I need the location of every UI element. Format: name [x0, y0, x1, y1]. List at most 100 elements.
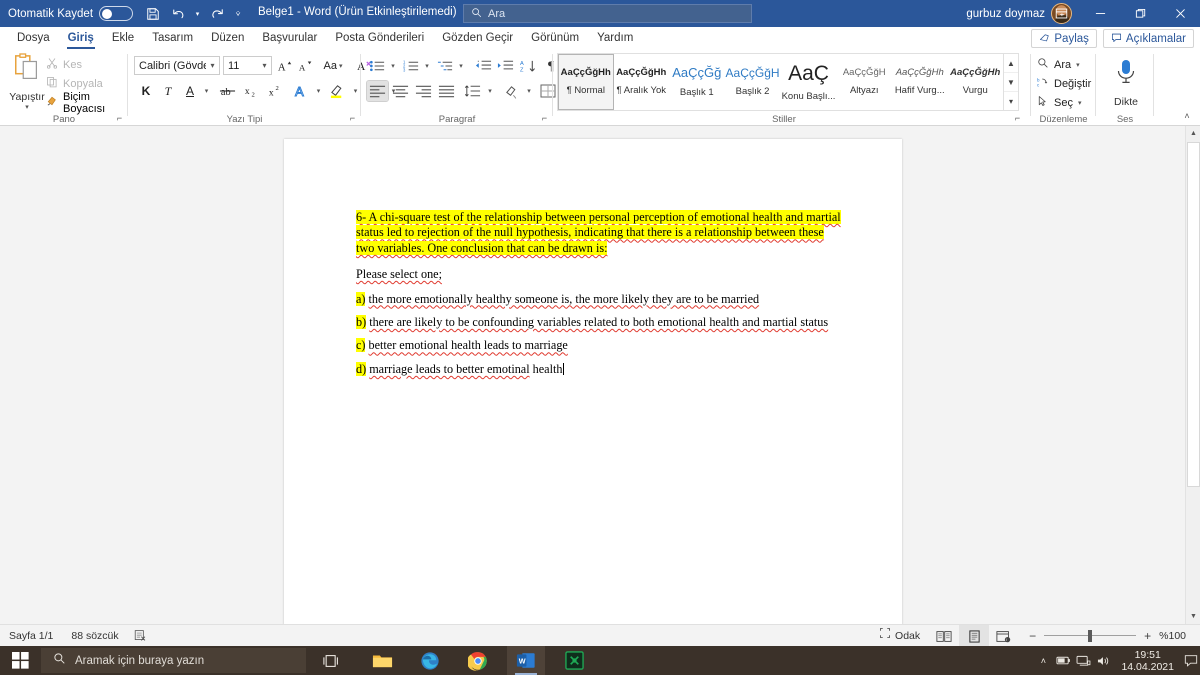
web-layout-icon[interactable]: i — [989, 625, 1019, 647]
numbering-dropdown-icon[interactable]: ▾ — [421, 56, 433, 76]
more-styles-icon[interactable]: ▾ — [1004, 92, 1018, 110]
sort-icon[interactable]: AZ — [518, 56, 539, 76]
scroll-down-icon[interactable]: ▼ — [1186, 609, 1200, 624]
tab-dosya[interactable]: Dosya — [8, 27, 59, 50]
style-item-aralik-yok[interactable]: AaÇçĞğHh ¶ Aralık Yok — [614, 54, 670, 110]
restore-icon[interactable] — [1120, 0, 1160, 27]
shading-icon[interactable] — [501, 81, 522, 101]
tab-gozden-gecir[interactable]: Gözden Geçir — [433, 27, 522, 50]
zoom-in-button[interactable]: + — [1142, 629, 1153, 643]
style-item-hafif-vurgu[interactable]: AaÇçĞğHh Hafif Vurg... — [892, 54, 948, 110]
vertical-scrollbar[interactable]: ▲ ▼ — [1185, 126, 1200, 624]
redo-icon[interactable] — [206, 3, 228, 25]
align-right-icon[interactable] — [413, 81, 434, 101]
tab-duzen[interactable]: Düzen — [202, 27, 253, 50]
share-button[interactable]: Paylaş — [1031, 29, 1097, 48]
replace-button[interactable]: bc Değiştir — [1035, 74, 1091, 93]
style-item-altyazi[interactable]: AaÇçĞğH Altyazı — [836, 54, 892, 110]
font-dialog-launcher[interactable]: ⌐ — [347, 113, 358, 124]
document-canvas[interactable]: 6- A chi-square test of the relationship… — [0, 126, 1185, 624]
scroll-down-icon[interactable]: ▼ — [1004, 73, 1018, 92]
select-button[interactable]: Seç ▾ — [1035, 93, 1091, 112]
option-c[interactable]: c) better emotional health leads to marr… — [356, 338, 842, 353]
microsoft-edge-icon[interactable] — [411, 646, 449, 675]
comments-button[interactable]: Açıklamalar — [1102, 29, 1194, 48]
autosave-toggle[interactable] — [99, 6, 134, 21]
style-item-vurgu[interactable]: AaÇçĞğHh Vurgu — [947, 54, 1003, 110]
save-icon[interactable] — [142, 3, 164, 25]
line-spacing-icon[interactable] — [462, 81, 483, 101]
tab-yardim[interactable]: Yardım — [588, 27, 642, 50]
bullets-dropdown-icon[interactable]: ▾ — [387, 56, 399, 76]
close-icon[interactable] — [1160, 0, 1200, 27]
line-spacing-dropdown-icon[interactable]: ▾ — [484, 81, 496, 101]
app-green-icon[interactable] — [555, 646, 593, 675]
zoom-level[interactable]: %100 — [1159, 630, 1192, 642]
search-input[interactable]: Ara — [463, 4, 752, 23]
cut-button[interactable]: Kes — [44, 55, 126, 74]
document-page[interactable]: 6- A chi-square test of the relationship… — [284, 139, 902, 624]
minimize-icon[interactable] — [1080, 0, 1120, 27]
dictate-button[interactable]: Dikte — [1104, 54, 1148, 110]
paste-dropdown-icon[interactable]: ▾ — [25, 103, 29, 111]
option-b[interactable]: b) there are likely to be confounding va… — [356, 315, 842, 330]
format-painter-button[interactable]: Biçim Boyacısı — [44, 91, 126, 115]
prompt-paragraph[interactable]: Please select one; — [356, 267, 842, 282]
strikethrough-icon[interactable]: ab — [216, 81, 238, 101]
taskbar-search-input[interactable]: Aramak için buraya yazın — [41, 648, 306, 673]
document-body[interactable]: 6- A chi-square test of the relationship… — [356, 210, 842, 385]
tab-tasarim[interactable]: Tasarım — [143, 27, 202, 50]
tab-ekle[interactable]: Ekle — [103, 27, 143, 50]
styles-gallery[interactable]: AaÇçĞğHh ¶ Normal AaÇçĞğHh ¶ Aralık Yok … — [557, 53, 1004, 111]
network-icon[interactable] — [1073, 646, 1093, 675]
style-item-baslik-2[interactable]: AaÇçĞğH Başlık 2 — [725, 54, 781, 110]
action-center-icon[interactable] — [1182, 646, 1200, 675]
bold-button[interactable]: K — [136, 81, 156, 101]
numbering-icon[interactable]: 123 — [401, 56, 421, 76]
ribbon-display-options-icon[interactable] — [1044, 0, 1078, 27]
text-effects-dropdown-icon[interactable]: ▾ — [312, 81, 325, 101]
align-left-icon[interactable] — [366, 80, 389, 102]
tab-giris[interactable]: Giriş — [59, 27, 103, 50]
text-highlight-icon[interactable] — [326, 81, 348, 101]
grow-font-icon[interactable]: A — [275, 56, 294, 75]
customize-quick-access-icon[interactable]: ⩒ — [231, 3, 245, 25]
autosave-control[interactable]: Otomatik Kaydet — [8, 6, 134, 21]
multilevel-list-icon[interactable] — [435, 56, 455, 76]
multilevel-dropdown-icon[interactable]: ▾ — [455, 56, 467, 76]
styles-dialog-launcher[interactable]: ⌐ — [1012, 113, 1023, 124]
file-explorer-icon[interactable] — [363, 646, 401, 675]
justify-icon[interactable] — [436, 81, 457, 101]
underline-dropdown-icon[interactable]: ▾ — [200, 81, 213, 101]
change-case-button[interactable]: Aa ▾ — [318, 56, 348, 75]
subscript-icon[interactable]: x2 — [240, 81, 262, 101]
option-a[interactable]: a) the more emotionally healthy someone … — [356, 291, 842, 307]
print-layout-icon[interactable] — [959, 625, 990, 647]
shrink-font-icon[interactable]: A — [296, 56, 315, 75]
increase-indent-icon[interactable] — [495, 56, 516, 76]
windows-start-icon[interactable] — [0, 646, 40, 675]
undo-icon[interactable] — [167, 3, 189, 25]
question-paragraph[interactable]: 6- A chi-square test of the relationship… — [356, 210, 842, 256]
option-d[interactable]: d) marriage leads to better emotinal hea… — [356, 361, 842, 377]
scroll-up-icon[interactable]: ▲ — [1186, 126, 1200, 141]
volume-icon[interactable] — [1093, 646, 1113, 675]
style-item-baslik-1[interactable]: AaÇçĞğ Başlık 1 — [669, 54, 725, 110]
bullets-icon[interactable] — [367, 56, 387, 76]
taskbar-clock[interactable]: 19:51 14.04.2021 — [1113, 649, 1182, 673]
tab-basvurular[interactable]: Başvurular — [253, 27, 326, 50]
style-item-konu-basligi[interactable]: AaÇ Konu Başlı... — [781, 54, 837, 110]
paste-button[interactable]: Yapıştır ▾ — [6, 53, 48, 111]
page-indicator[interactable]: Sayfa 1/1 — [0, 625, 62, 647]
proofing-errors-icon[interactable] — [128, 625, 153, 647]
decrease-indent-icon[interactable] — [473, 56, 494, 76]
read-mode-icon[interactable] — [929, 625, 959, 647]
undo-dropdown-icon[interactable]: ▾ — [192, 3, 203, 25]
battery-icon[interactable] — [1053, 646, 1073, 675]
scrollbar-thumb[interactable] — [1187, 142, 1200, 487]
style-item-normal[interactable]: AaÇçĞğHh ¶ Normal — [558, 54, 614, 110]
clipboard-dialog-launcher[interactable]: ⌐ — [114, 113, 125, 124]
scroll-up-icon[interactable]: ▲ — [1004, 54, 1018, 73]
italic-button[interactable]: T — [158, 81, 178, 101]
font-size-combo[interactable]: 11 ▾ — [223, 56, 272, 75]
